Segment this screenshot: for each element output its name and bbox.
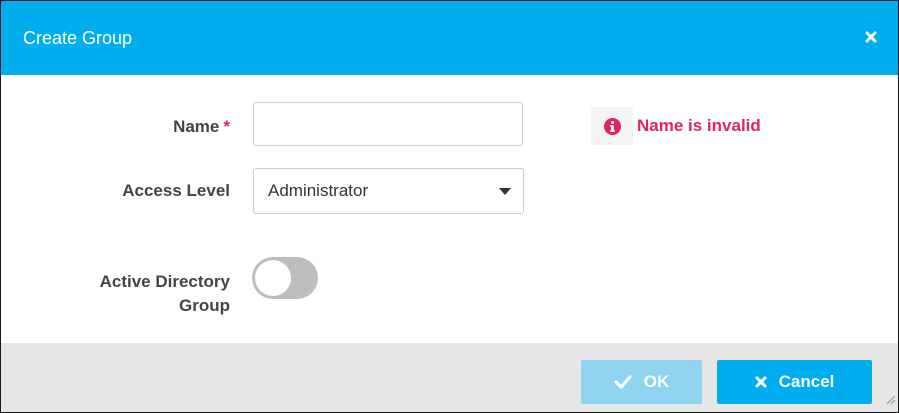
dialog-footer: OK Cancel [1, 343, 898, 412]
close-icon [755, 376, 767, 388]
cancel-button[interactable]: Cancel [717, 360, 872, 404]
cancel-label: Cancel [778, 372, 835, 391]
error-message: Name is invalid [637, 116, 761, 135]
create-group-dialog: Create Group Name * Name is invalid Acces… [0, 0, 899, 413]
active-directory-toggle[interactable] [252, 257, 318, 299]
ok-button[interactable]: OK [581, 360, 702, 404]
dialog-header: Create Group [1, 1, 898, 75]
access-level-label: Access Level [122, 181, 230, 200]
required-marker: * [223, 117, 230, 136]
caret-down-icon [499, 187, 511, 195]
close-icon[interactable] [860, 26, 882, 48]
dialog-title: Create Group [23, 28, 133, 48]
name-error: Name is invalid [591, 107, 761, 145]
name-label: Name * [173, 117, 230, 137]
info-circle-icon [591, 107, 633, 145]
resize-grip-icon[interactable] [884, 392, 896, 410]
access-level-select[interactable]: Administrator [253, 168, 524, 214]
check-icon [614, 375, 632, 389]
name-label-text: Name [173, 117, 220, 136]
name-input[interactable] [253, 102, 523, 146]
toggle-knob [255, 260, 291, 296]
active-directory-label-line1: Active Directory [99, 272, 230, 291]
active-directory-label-line2: Group [179, 296, 230, 315]
ok-label: OK [643, 372, 670, 391]
active-directory-label: Active Directory Group [100, 270, 230, 318]
access-level-value: Administrator [268, 181, 369, 200]
